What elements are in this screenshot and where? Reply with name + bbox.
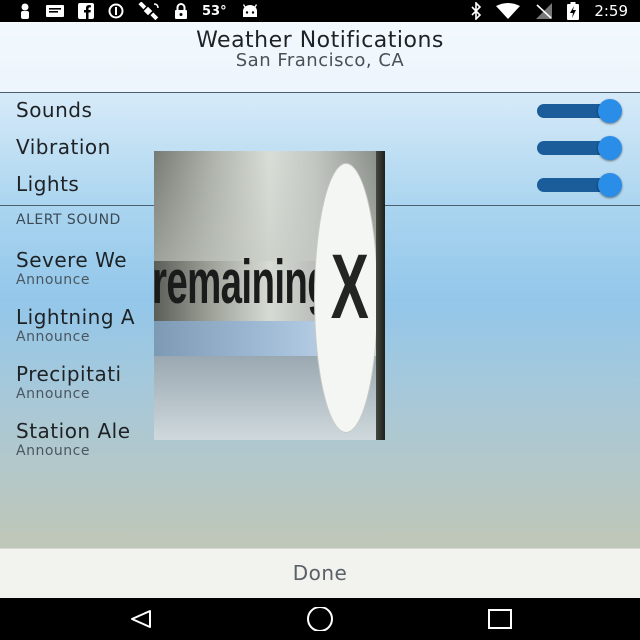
alert-title: Precipitati <box>16 362 122 386</box>
back-icon[interactable] <box>121 604 161 634</box>
ad-overlay[interactable]: remaining X <box>154 151 385 440</box>
done-label: Done <box>292 561 348 585</box>
alert-subtitle: Announce <box>16 272 90 288</box>
status-temperature: 53° <box>202 3 227 19</box>
alert-subtitle: Announce <box>16 329 90 345</box>
status-bar-right: 2:59 <box>470 2 628 20</box>
message-icon <box>46 4 64 18</box>
ad-overlay-edge <box>376 151 385 440</box>
alert-title: Station Ale <box>16 419 131 443</box>
alert-title: Severe We <box>16 248 127 272</box>
page-header: Weather Notifications San Francisco, CA <box>0 22 640 93</box>
lights-switch[interactable] <box>536 173 624 197</box>
toggle-label: Sounds <box>16 98 93 122</box>
sounds-switch[interactable] <box>536 99 624 123</box>
status-bar-left: 53° <box>18 2 259 20</box>
android-icon <box>241 4 259 18</box>
facebook-icon <box>78 3 94 19</box>
toggle-row-sounds: Sounds <box>0 92 640 129</box>
page-subtitle: San Francisco, CA <box>235 50 405 71</box>
status-time: 2:59 <box>594 2 628 20</box>
navigation-bar <box>0 598 640 640</box>
alert-title: Lightning A <box>16 305 136 329</box>
toggle-label: Vibration <box>16 135 111 159</box>
no-sim-icon <box>534 3 553 19</box>
alert-subtitle: Announce <box>16 443 90 459</box>
battery-charging-icon <box>566 2 580 20</box>
recents-icon[interactable] <box>480 604 520 634</box>
toggle-label: Lights <box>16 172 80 196</box>
screen: 53° 2:59 Weather Notifications San Franc… <box>0 0 640 640</box>
ad-overlay-text: remaining <box>154 248 331 317</box>
switch-knob <box>598 173 622 197</box>
lock-icon <box>174 3 188 19</box>
alert-subtitle: Announce <box>16 386 90 402</box>
wifi-icon <box>496 3 521 19</box>
bluetooth-icon <box>470 2 482 20</box>
person-icon <box>18 3 32 19</box>
vibration-switch[interactable] <box>536 136 624 160</box>
section-header: ALERT SOUND <box>16 212 121 228</box>
done-button[interactable]: Done <box>0 548 640 599</box>
data-saver-icon <box>108 3 124 19</box>
home-icon[interactable] <box>300 604 340 634</box>
switch-knob <box>598 99 622 123</box>
close-icon: X <box>330 236 369 338</box>
switch-knob <box>598 136 622 160</box>
status-bar: 53° 2:59 <box>0 0 640 22</box>
satellite-icon <box>138 2 160 20</box>
